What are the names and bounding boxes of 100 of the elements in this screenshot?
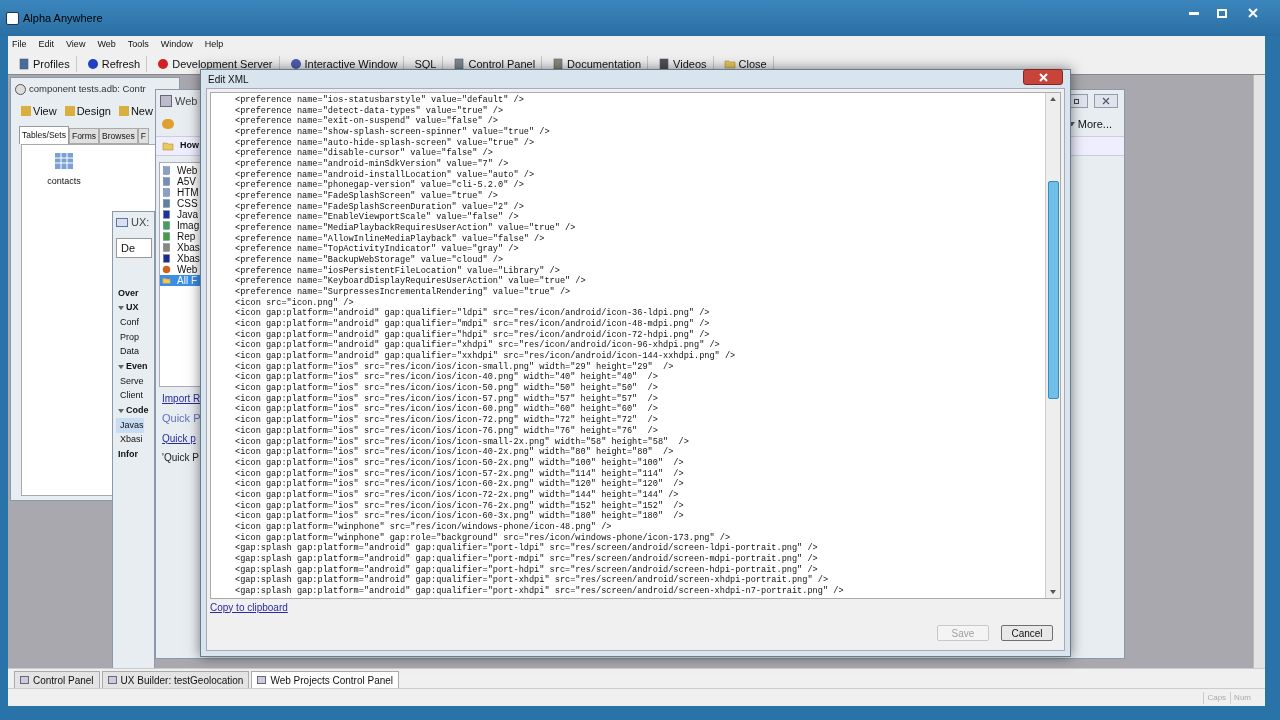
- code-line: <icon gap:platform="ios" src="res/icon/ios/icon-60-2x.png" width="120" height="120" />: [235, 479, 684, 490]
- file-type-item[interactable]: Rep: [160, 231, 218, 242]
- dialog-title: Edit XML: [208, 72, 249, 87]
- scrollbar[interactable]: [1045, 93, 1060, 598]
- link[interactable]: Import R: [162, 391, 201, 406]
- code-line: <icon gap:platform="ios" src="res/icon/ios/icon-60.png" width="60" height="60" />: [235, 404, 658, 415]
- code-line: <preference name="android-minSdkVersion" value="7" />: [235, 159, 509, 170]
- circle-icon: [289, 58, 302, 70]
- tree-item[interactable]: Code: [116, 403, 149, 419]
- menu-item[interactable]: Help: [204, 38, 224, 52]
- status-indicator: Num: [1230, 691, 1251, 704]
- file-type-item[interactable]: Web: [160, 165, 218, 176]
- scroll-up-icon: [1050, 97, 1056, 102]
- tab[interactable]: F: [137, 128, 149, 144]
- circle-icon: [157, 58, 170, 70]
- code-line: <preference name="EnableViewportScale" value="false" />: [235, 212, 519, 223]
- tab[interactable]: Tables/Sets: [19, 126, 69, 144]
- toolbar-button[interactable]: View: [21, 102, 57, 120]
- close-button[interactable]: [1023, 69, 1063, 85]
- menu-item[interactable]: Tools: [127, 38, 149, 52]
- code-line: <icon gap:platform="ios" src="res/icon/ios/icon-60-3x.png" width="180" height="180" />: [235, 511, 684, 522]
- tree-item[interactable]: Javas: [116, 418, 144, 433]
- caret-icon: [118, 364, 124, 369]
- code-line: <icon gap:platform="ios" src="res/icon/ios/icon-small-2x.png" width="58" height="58" />: [235, 436, 689, 447]
- close-button[interactable]: [1094, 94, 1118, 108]
- code-line: <icon gap:platform="android" gap:qualifier="xhdpi" src="res/icon/android/icon-96-xhdpi.png" />: [235, 340, 720, 351]
- tree-item[interactable]: Serve: [116, 374, 144, 389]
- code-line: <icon src="icon.png" />: [235, 297, 354, 308]
- folder-icon: [162, 140, 174, 152]
- code-line: <preference name="phonegap-version" value="cli-5.2.0" />: [235, 180, 524, 191]
- code-line: <icon gap:platform="ios" src="res/icon/ios/icon-76.png" width="76" height="76" />: [235, 425, 658, 437]
- file-type-item[interactable]: Java: [160, 209, 218, 220]
- code-line: <gap:splash gap:platform="android" gap:qualifier="port-ldpi" src="res/screen/android/screen-ldpi-portrait.png" />: [235, 543, 818, 554]
- link[interactable]: Quick p: [162, 430, 196, 446]
- code-line: <preference name="disable-cursor" value="false" />: [235, 148, 493, 159]
- menu-item[interactable]: File: [12, 38, 27, 52]
- document-tab[interactable]: UX Builder: testGeolocation: [101, 671, 250, 688]
- toolbar-icon: [21, 106, 31, 116]
- window-title: UX:: [131, 214, 150, 230]
- code-line: <icon gap:platform="ios" src="res/icon/ios/icon-76-2x.png" width="152" height="152" />: [235, 500, 684, 511]
- code-line: <preference name="show-splash-screen-spinner" value="true" />: [235, 127, 550, 138]
- tree-item[interactable]: Infor: [116, 447, 138, 463]
- document-tab[interactable]: Control Panel: [14, 671, 100, 688]
- menu-item[interactable]: Edit: [38, 38, 55, 52]
- code-line: <preference name="BackupWebStorage" value="cloud" />: [235, 255, 504, 266]
- tree-item[interactable]: Even: [116, 359, 148, 375]
- table-item[interactable]: contacts: [47, 175, 81, 189]
- copy-link[interactable]: Copy to clipboard: [210, 599, 288, 615]
- circle-icon: [86, 58, 99, 70]
- xml-editor[interactable]: [210, 92, 1061, 599]
- file-type-item[interactable]: CSS: [160, 198, 218, 209]
- document-icon: [453, 58, 466, 70]
- toolbar-button[interactable]: Profiles: [18, 55, 77, 73]
- tree-item[interactable]: UX: [116, 300, 139, 316]
- code-line: <icon gap:platform="ios" src="res/icon/ios/icon-40.png" width="40" height="40" />: [235, 372, 658, 383]
- code-line: <icon gap:platform="ios" src="res/icon/ios/icon-72.png" width="72" height="72" />: [235, 415, 658, 426]
- code-line: <preference name="iosPersistentFileLocation" value="Library" />: [235, 265, 560, 276]
- toolbar-button[interactable]: Design: [64, 102, 111, 120]
- tree-item[interactable]: Data: [116, 344, 139, 360]
- scroll-down-icon: [1050, 589, 1056, 594]
- code-line: <icon gap:platform="ios" src="res/icon/ios/icon-50-2x.png" width="100" height="100" />: [235, 457, 684, 469]
- close-icon: [1248, 8, 1258, 18]
- tree-item[interactable]: Prop: [116, 330, 139, 345]
- file-type-item[interactable]: HTM: [160, 187, 218, 198]
- code-line: <preference name="SurpressesIncrementalRendering" value="true" />: [235, 287, 571, 298]
- window-icon: [257, 676, 267, 684]
- tree-item[interactable]: Xbasi: [116, 432, 143, 448]
- code-line: <preference name="FadeSplashScreen" value="true" />: [235, 191, 498, 202]
- close-icon: [1038, 72, 1048, 82]
- toolbar-icon: [64, 106, 75, 116]
- tree-item[interactable]: Over: [116, 286, 139, 301]
- code-line: <icon gap:platform="winphone" src="res/icon/windows-phone/icon-48.png" />: [235, 521, 612, 533]
- file-type-item[interactable]: Web: [160, 264, 218, 275]
- folder-icon: [162, 276, 171, 285]
- status-indicator: Caps: [1203, 691, 1227, 704]
- mode-button[interactable]: De: [116, 238, 152, 258]
- scroll-thumb[interactable]: [1047, 181, 1059, 400]
- toolbar-button[interactable]: Refresh: [86, 55, 148, 73]
- window-icon: [160, 95, 172, 107]
- tab[interactable]: Forms: [68, 128, 100, 144]
- file-type-item[interactable]: A5V: [160, 176, 218, 187]
- code-line: <icon gap:platform="ios" src="res/icon/ios/icon-72-2x.png" width="144" height="144" />: [235, 489, 679, 501]
- code-line: <gap:splash gap:platform="android" gap:qualifier="port-hdpi" src="res/screen/android/screen-hdpi-portrait.png" />: [235, 564, 818, 575]
- dialog-button[interactable]: Cancel: [1001, 624, 1053, 641]
- toolbar-button[interactable]: New: [118, 102, 153, 120]
- code-line: <preference name="TopActivityIndicator" value="gray" />: [235, 244, 519, 255]
- document-tab[interactable]: Web Projects Control Panel: [251, 671, 400, 688]
- menu-item[interactable]: View: [66, 38, 86, 52]
- code-line: <preference name="FadeSplashScreenDuration" value="2" />: [235, 201, 524, 212]
- code-line: <icon gap:platform="android" gap:qualifier="mdpi" src="res/icon/android/icon-48-mdpi.png" />: [235, 319, 710, 330]
- file-type-item[interactable]: Xbas: [160, 242, 218, 253]
- tree-item[interactable]: Client: [116, 388, 143, 404]
- code-line: <icon gap:platform="ios" src="res/icon/ios/icon-57.png" width="57" height="57" />: [235, 393, 658, 404]
- file-type-item[interactable]: Xbas: [160, 253, 218, 264]
- toolbar-icon: [118, 106, 129, 116]
- tree-item[interactable]: Conf: [116, 315, 139, 331]
- file-type-item[interactable]: Imag: [160, 220, 218, 231]
- tab[interactable]: Browses: [99, 128, 138, 144]
- menu-item[interactable]: Web: [97, 38, 116, 52]
- menu-item[interactable]: Window: [160, 38, 193, 52]
